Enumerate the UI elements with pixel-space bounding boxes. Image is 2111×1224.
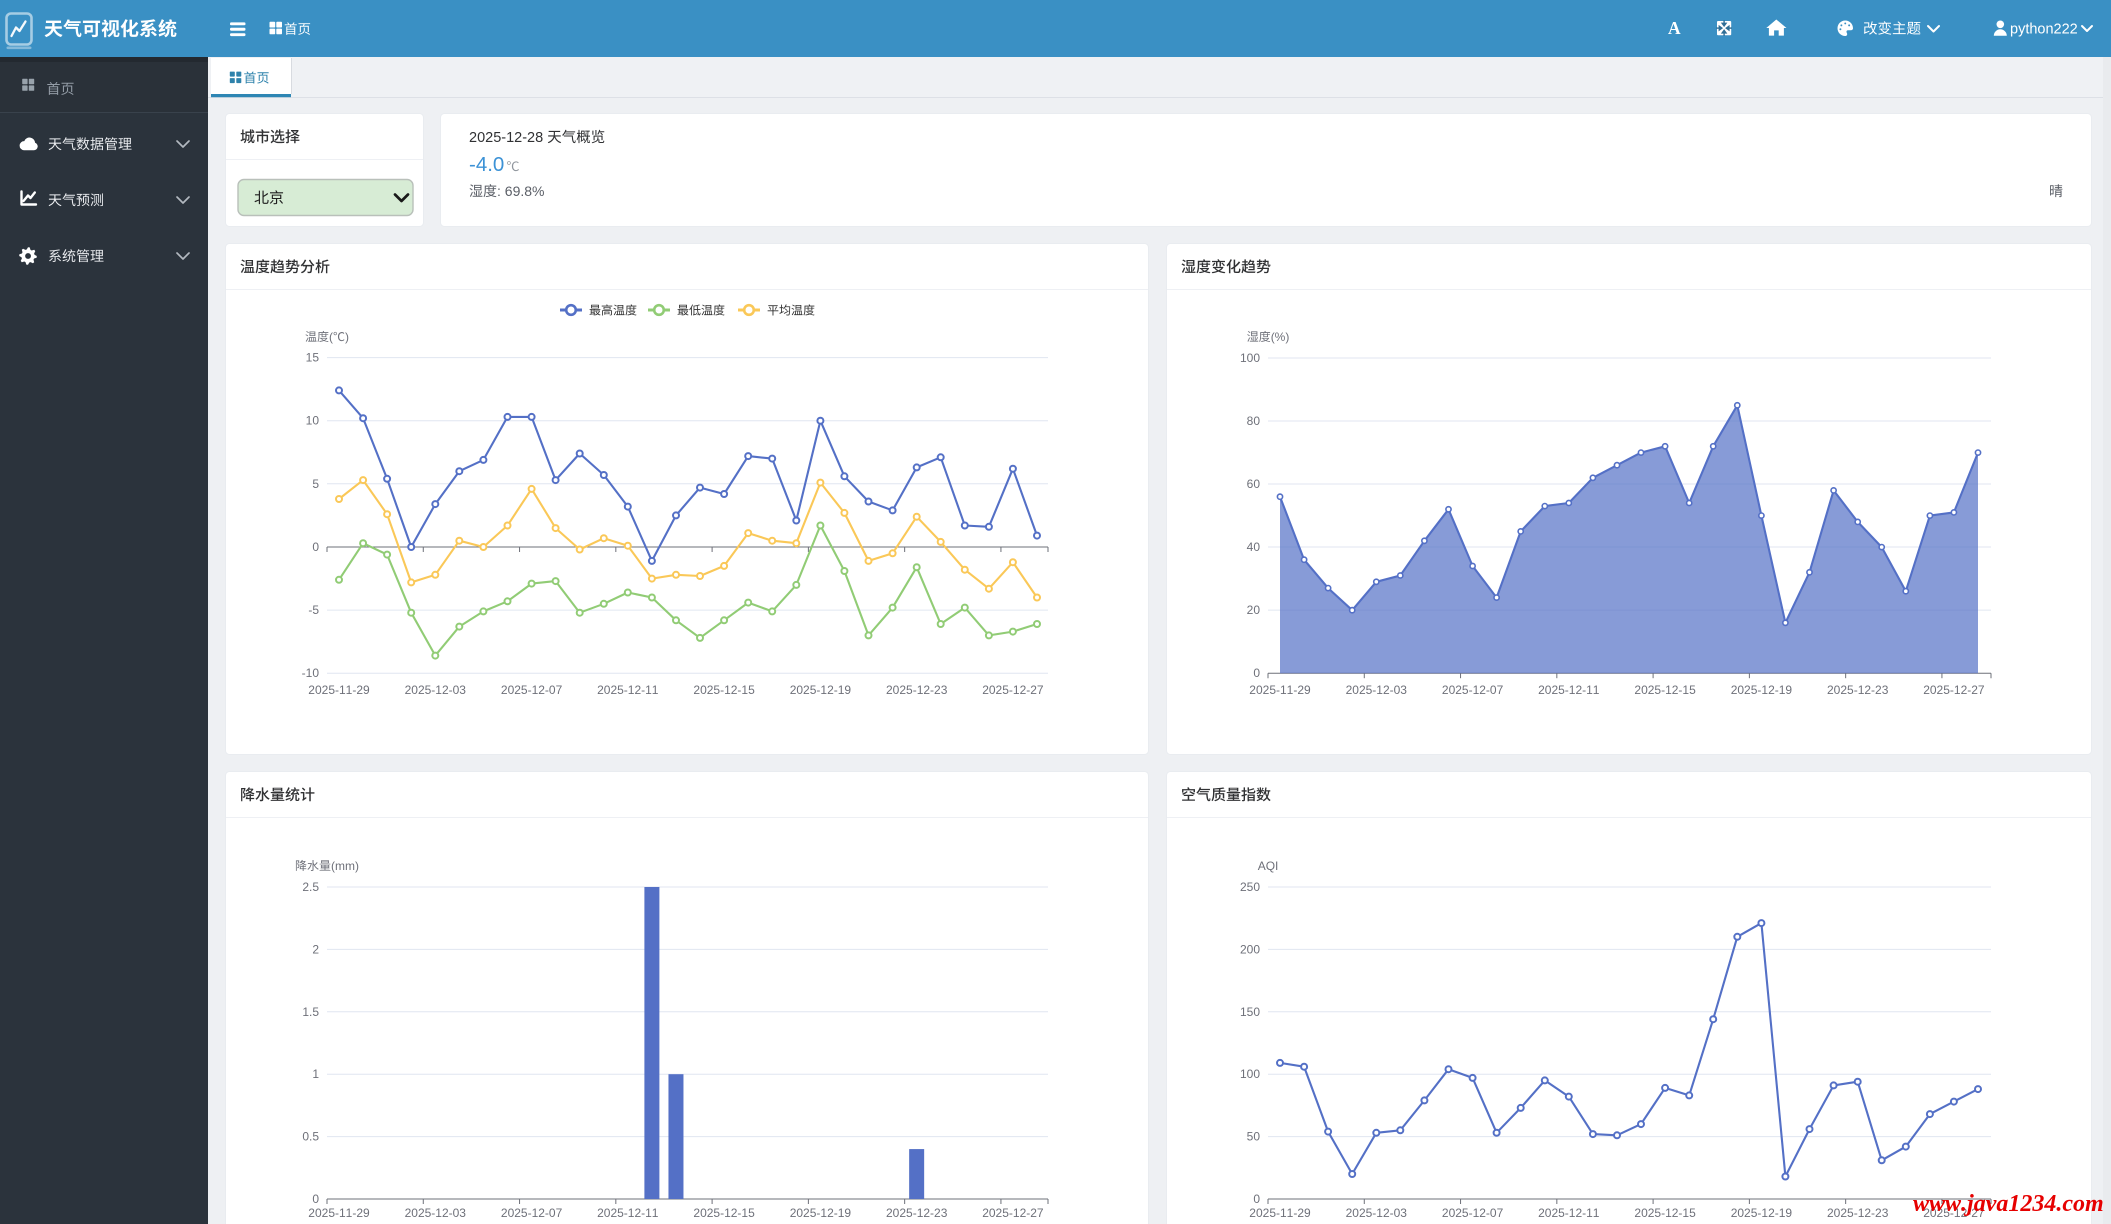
svg-text:2025-12-15: 2025-12-15 — [1634, 683, 1696, 697]
svg-text:2025-11-29: 2025-11-29 — [308, 683, 370, 697]
svg-text:2025-12-11: 2025-12-11 — [1538, 683, 1600, 697]
svg-text:2025-12-19: 2025-12-19 — [1731, 1206, 1793, 1220]
svg-text:5: 5 — [312, 477, 319, 491]
svg-text:2025-12-07: 2025-12-07 — [1442, 1206, 1504, 1220]
svg-text:-10: -10 — [302, 666, 320, 680]
svg-text:2025-12-28: 2025-12-28 — [469, 130, 543, 146]
svg-text:2025-12-07: 2025-12-07 — [501, 1206, 563, 1220]
svg-text:2025-12-03: 2025-12-03 — [405, 683, 467, 697]
svg-text:20: 20 — [1247, 603, 1261, 617]
svg-text:(: ( — [329, 330, 333, 344]
svg-text:2025-11-29: 2025-11-29 — [308, 1206, 370, 1220]
svg-text:2025-12-07: 2025-12-07 — [1442, 683, 1504, 697]
svg-text:0: 0 — [1253, 666, 1260, 680]
svg-text:2025-12-19: 2025-12-19 — [790, 683, 852, 697]
svg-text:0: 0 — [312, 1192, 319, 1206]
svg-text:2025-12-27: 2025-12-27 — [982, 1206, 1044, 1220]
svg-text:(%): (%) — [1271, 330, 1290, 344]
svg-text:2025-12-11: 2025-12-11 — [597, 683, 659, 697]
svg-text:A: A — [1668, 18, 1681, 38]
svg-text:0: 0 — [1253, 1192, 1260, 1206]
svg-text:0.5: 0.5 — [302, 1130, 319, 1144]
svg-text:2025-12-19: 2025-12-19 — [790, 1206, 852, 1220]
svg-text:100: 100 — [1240, 351, 1260, 365]
svg-text:2025-12-23: 2025-12-23 — [886, 683, 948, 697]
svg-text:-5: -5 — [308, 603, 319, 617]
svg-text:2025-12-15: 2025-12-15 — [1634, 1206, 1696, 1220]
svg-text:2025-12-15: 2025-12-15 — [693, 1206, 755, 1220]
svg-text:60: 60 — [1247, 477, 1261, 491]
svg-text:100: 100 — [1240, 1067, 1260, 1081]
svg-text:2025-12-23: 2025-12-23 — [1827, 683, 1889, 697]
svg-text:2025-12-27: 2025-12-27 — [982, 683, 1044, 697]
svg-text:(mm): (mm) — [331, 859, 359, 873]
svg-text:: 69.8%: : 69.8% — [497, 183, 544, 199]
svg-text:15: 15 — [306, 351, 320, 365]
svg-text:2025-12-03: 2025-12-03 — [1346, 1206, 1408, 1220]
svg-text:2025-12-11: 2025-12-11 — [597, 1206, 659, 1220]
svg-text:2025-12-11: 2025-12-11 — [1538, 1206, 1600, 1220]
svg-text:2025-12-23: 2025-12-23 — [1827, 1206, 1889, 1220]
svg-text:50: 50 — [1247, 1130, 1261, 1144]
svg-text:2: 2 — [312, 942, 319, 956]
svg-text:2.5: 2.5 — [302, 880, 319, 894]
svg-text:2025-12-03: 2025-12-03 — [405, 1206, 467, 1220]
svg-text:150: 150 — [1240, 1005, 1260, 1019]
svg-text:2025-11-29: 2025-11-29 — [1249, 683, 1311, 697]
svg-text:python222: python222 — [2010, 22, 2078, 38]
svg-text:www.java1234.com: www.java1234.com — [1913, 1191, 2104, 1217]
svg-text:AQI: AQI — [1258, 859, 1279, 873]
svg-text:1.5: 1.5 — [302, 1005, 319, 1019]
svg-text:0: 0 — [312, 540, 319, 554]
svg-text:10: 10 — [306, 414, 320, 428]
svg-text:250: 250 — [1240, 880, 1260, 894]
svg-text:-4.0: -4.0 — [469, 153, 504, 176]
svg-text:2025-12-27: 2025-12-27 — [1923, 683, 1985, 697]
svg-text:40: 40 — [1247, 540, 1261, 554]
svg-text:2025-12-19: 2025-12-19 — [1731, 683, 1793, 697]
svg-text:2025-12-23: 2025-12-23 — [886, 1206, 948, 1220]
svg-text:2025-12-07: 2025-12-07 — [501, 683, 563, 697]
svg-text:80: 80 — [1247, 414, 1261, 428]
svg-text:1: 1 — [312, 1067, 319, 1081]
svg-text:): ) — [345, 330, 349, 344]
svg-text:2025-12-03: 2025-12-03 — [1346, 683, 1408, 697]
svg-text:2025-11-29: 2025-11-29 — [1249, 1206, 1311, 1220]
svg-text:2025-12-15: 2025-12-15 — [693, 683, 755, 697]
svg-text:200: 200 — [1240, 942, 1260, 956]
